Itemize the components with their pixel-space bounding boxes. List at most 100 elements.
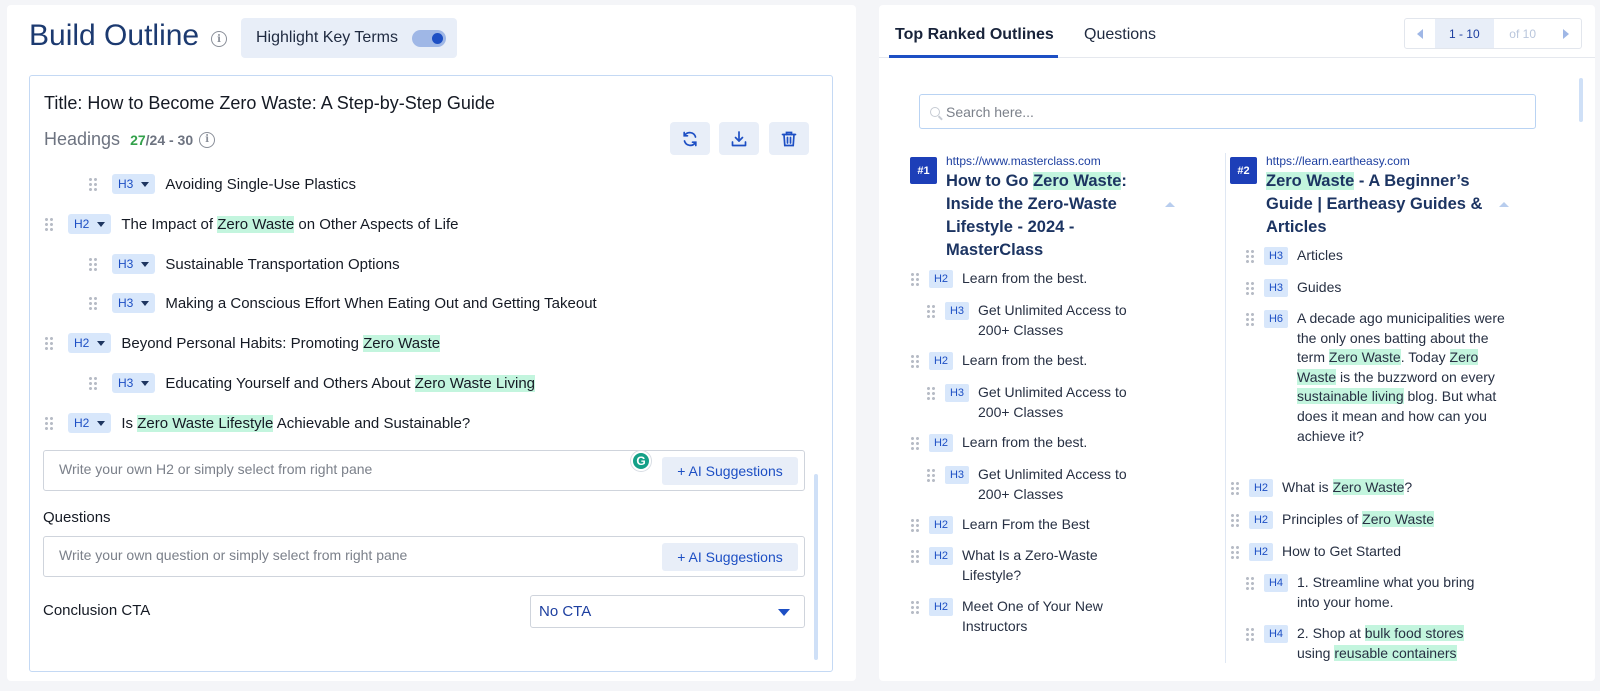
drag-handle-icon[interactable] — [926, 468, 936, 482]
heading-level-dropdown[interactable]: H2 — [68, 333, 112, 353]
drag-handle-icon[interactable] — [926, 386, 936, 400]
outline-item[interactable]: H3 Articles — [1245, 246, 1547, 266]
scrollbar[interactable] — [814, 474, 818, 660]
question-ai-suggestions-button[interactable]: + AI Suggestions — [662, 543, 798, 571]
question-input-box: + AI Suggestions — [43, 536, 805, 577]
outline-item[interactable]: H2 Learn from the best. — [910, 269, 1142, 289]
key-term-highlight: Zero Waste — [1362, 511, 1434, 527]
outline-item[interactable]: H3 Get Unlimited Access to 200+ Classes — [926, 301, 1148, 340]
drag-handle-icon[interactable] — [910, 600, 920, 614]
outline-item[interactable]: H3 Get Unlimited Access to 200+ Classes — [926, 465, 1148, 504]
heading-text[interactable]: Avoiding Single-Use Plastics — [165, 176, 356, 193]
source-url-link[interactable]: https://www.masterclass.com — [946, 154, 1101, 168]
drag-handle-icon[interactable] — [1245, 627, 1255, 641]
drag-handle-icon[interactable] — [88, 376, 98, 390]
drag-handle-icon[interactable] — [910, 518, 920, 532]
outline-item[interactable]: H2 What is Zero Waste? — [1230, 478, 1532, 498]
drag-handle-icon[interactable] — [1245, 312, 1255, 326]
drag-handle-icon[interactable] — [910, 354, 920, 368]
drag-handle-icon[interactable] — [1230, 513, 1240, 527]
caret-down-icon — [141, 181, 150, 187]
drag-handle-icon[interactable] — [1230, 545, 1240, 559]
drag-handle-icon[interactable] — [910, 272, 920, 286]
drag-handle-icon[interactable] — [44, 336, 54, 350]
heading-row[interactable]: H2 Is Zero Waste Lifestyle Achievable and… — [44, 412, 470, 434]
text-segment: Get Unlimited Access to 200+ Classes — [978, 466, 1127, 502]
outline-item[interactable]: H2 Meet One of Your New Instructors — [910, 597, 1142, 636]
outline-item[interactable]: H2 Learn from the best. — [910, 433, 1142, 453]
collapse-icon[interactable] — [1499, 202, 1509, 207]
heading-level-dropdown[interactable]: H2 — [68, 214, 112, 234]
refresh-button[interactable] — [670, 122, 710, 155]
conclusion-cta-select[interactable]: No CTA — [530, 595, 805, 628]
heading-row[interactable]: H3 Educating Yourself and Others About Ze… — [88, 372, 536, 394]
heading-level-dropdown[interactable]: H2 — [68, 413, 112, 433]
questions-label: Questions — [43, 509, 111, 526]
question-input[interactable] — [59, 547, 619, 563]
drag-handle-icon[interactable] — [1230, 481, 1240, 495]
heading-text[interactable]: Is Zero Waste Lifestyle Achievable and S… — [121, 414, 470, 432]
outline-item-text: Get Unlimited Access to 200+ Classes — [978, 465, 1148, 504]
tab-questions[interactable]: Questions — [1084, 26, 1156, 44]
source-title-link[interactable]: How to Go Zero Waste: Inside the Zero-Wa… — [946, 170, 1146, 262]
outline-item[interactable]: H3 Guides — [1245, 278, 1547, 298]
text-segment: Learn from the best. — [962, 270, 1088, 286]
heading-text[interactable]: Educating Yourself and Others About Zero… — [165, 374, 536, 392]
outline-item[interactable]: H6 A decade ago municipalities were the o… — [1245, 309, 1507, 446]
heading-row[interactable]: H3 Sustainable Transportation Options — [88, 253, 400, 275]
drag-handle-icon[interactable] — [88, 257, 98, 271]
download-button[interactable] — [719, 122, 759, 155]
highlight-key-terms-toggle[interactable] — [411, 29, 446, 47]
heading-level-dropdown[interactable]: H3 — [112, 174, 156, 194]
headings-info-icon[interactable]: i — [199, 131, 216, 148]
h2-ai-suggestions-button[interactable]: + AI Suggestions — [662, 457, 798, 485]
drag-handle-icon[interactable] — [1245, 576, 1255, 590]
text-segment: Is — [121, 414, 138, 432]
rank-badge: #1 — [910, 157, 937, 184]
heading-level-dropdown[interactable]: H3 — [112, 293, 156, 313]
h2-input[interactable] — [59, 461, 619, 477]
text-segment: Principles of — [1282, 511, 1363, 527]
tab-top-ranked-outlines[interactable]: Top Ranked Outlines — [895, 26, 1054, 44]
drag-handle-icon[interactable] — [1245, 281, 1255, 295]
heading-row[interactable]: H3 Avoiding Single-Use Plastics — [88, 173, 356, 195]
heading-row[interactable]: H2 The Impact of Zero Waste on Other Aspe… — [44, 213, 458, 235]
heading-text[interactable]: Making a Conscious Effort When Eating Ou… — [165, 295, 596, 312]
outline-item[interactable]: H4 1. Streamline what you bring into your… — [1245, 573, 1497, 612]
outline-item[interactable]: H2 What Is a Zero-Waste Lifestyle? — [910, 546, 1142, 585]
heading-level-dropdown[interactable]: H3 — [112, 373, 156, 393]
drag-handle-icon[interactable] — [926, 304, 936, 318]
outline-item[interactable]: H2 How to Get Started — [1230, 542, 1532, 562]
drag-handle-icon[interactable] — [1245, 249, 1255, 263]
source-url-link[interactable]: https://learn.eartheasy.com — [1266, 154, 1410, 168]
scrollbar[interactable] — [1579, 78, 1583, 122]
drag-handle-icon[interactable] — [88, 296, 98, 310]
heading-text[interactable]: The Impact of Zero Waste on Other Aspect… — [121, 215, 458, 233]
drag-handle-icon[interactable] — [44, 217, 54, 231]
drag-handle-icon[interactable] — [910, 436, 920, 450]
heading-row[interactable]: H2 Beyond Personal Habits: Promoting Zero… — [44, 332, 441, 354]
drag-handle-icon[interactable] — [910, 549, 920, 563]
outline-item[interactable]: H2 Learn From the Best — [910, 515, 1142, 535]
collapse-icon[interactable] — [1165, 202, 1175, 207]
trash-icon — [781, 131, 797, 146]
heading-text[interactable]: Beyond Personal Habits: Promoting Zero W… — [121, 334, 441, 352]
prev-page-icon[interactable] — [1405, 19, 1435, 48]
outline-item[interactable]: H2 Principles of Zero Waste — [1230, 510, 1532, 530]
heading-text[interactable]: Sustainable Transportation Options — [165, 256, 399, 273]
outline-item-text: Learn from the best. — [962, 269, 1142, 289]
drag-handle-icon[interactable] — [88, 177, 98, 191]
outline-item[interactable]: H4 2. Shop at bulk food stores using reus… — [1245, 624, 1497, 663]
pagination: 1 - 10 of 10 — [1404, 18, 1582, 49]
info-icon[interactable]: i — [211, 31, 227, 47]
source-title-link[interactable]: Zero Waste - A Beginner’s Guide | Earthe… — [1266, 170, 1488, 239]
drag-handle-icon[interactable] — [44, 416, 54, 430]
search-input[interactable] — [946, 103, 1526, 120]
heading-row[interactable]: H3 Making a Conscious Effort When Eating … — [88, 292, 597, 314]
outline-item[interactable]: H2 Learn from the best. — [910, 351, 1142, 371]
delete-button[interactable] — [769, 122, 809, 155]
grammarly-icon[interactable]: G — [631, 451, 651, 471]
next-page-icon[interactable] — [1551, 19, 1581, 48]
outline-item[interactable]: H3 Get Unlimited Access to 200+ Classes — [926, 383, 1148, 422]
heading-level-dropdown[interactable]: H3 — [112, 254, 156, 274]
